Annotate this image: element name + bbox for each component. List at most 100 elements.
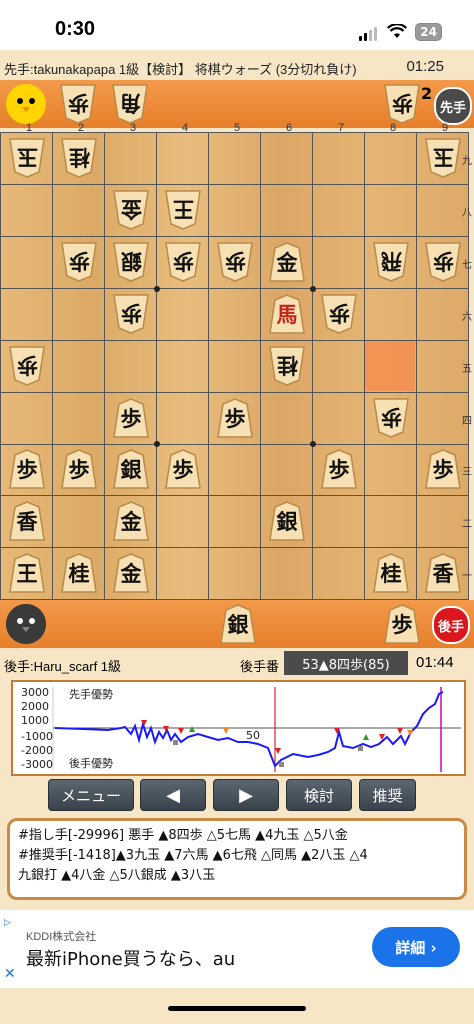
comment-line-continued: 九銀打 ▲4八金 △5八銀成 ▲3八玉 <box>18 868 216 883</box>
hand-piece-pawn[interactable]: 歩 <box>381 603 423 645</box>
board-piece[interactable]: 歩 <box>6 448 48 490</box>
row-label: 八 <box>462 207 472 219</box>
board-square[interactable] <box>313 548 365 601</box>
board-piece[interactable]: 金 <box>110 552 152 594</box>
board-square[interactable] <box>261 133 313 185</box>
hand-piece-bishop[interactable]: 角 <box>109 83 151 125</box>
hand-piece-pawn[interactable]: 歩 <box>57 83 99 125</box>
board-piece[interactable]: 玉 <box>6 137 48 179</box>
board-square[interactable] <box>261 184 313 237</box>
board-piece[interactable]: 歩 <box>110 397 152 439</box>
board-piece[interactable]: 歩 <box>422 448 464 490</box>
board-square[interactable] <box>157 133 209 185</box>
ad-choices-icon[interactable]: ▷ <box>4 918 11 928</box>
board-square[interactable] <box>365 496 417 549</box>
board-piece[interactable]: 銀 <box>110 448 152 490</box>
board-piece[interactable]: 歩 <box>318 293 360 335</box>
board-square[interactable] <box>1 184 53 237</box>
ad-banner[interactable]: ▷ KDDI株式会社 最新iPhone買うなら、au ✕ 詳細 › <box>0 910 474 988</box>
next-move-button[interactable]: ▶ <box>213 779 279 811</box>
board-square[interactable] <box>313 133 365 185</box>
board-piece[interactable]: 金 <box>110 500 152 542</box>
board-square[interactable] <box>105 133 157 185</box>
ad-close-icon[interactable]: ✕ <box>4 966 16 982</box>
board-piece[interactable]: 香 <box>6 500 48 542</box>
ad-headline[interactable]: 最新iPhone買うなら、au <box>26 945 235 971</box>
gote-avatar[interactable] <box>6 604 46 644</box>
board-square[interactable] <box>53 184 105 237</box>
board-square[interactable] <box>209 340 261 393</box>
analyze-button[interactable]: 検討 <box>286 779 352 811</box>
board-piece[interactable]: 歩 <box>162 448 204 490</box>
board-square[interactable] <box>1 392 53 445</box>
ad-details-button[interactable]: 詳細 › <box>372 927 460 967</box>
board-square[interactable] <box>157 548 209 601</box>
board-square[interactable] <box>261 548 313 601</box>
board-square[interactable] <box>365 184 417 237</box>
board-square[interactable] <box>313 184 365 237</box>
board-square[interactable] <box>209 496 261 549</box>
board-piece[interactable]: 金 <box>266 241 308 283</box>
board-piece[interactable]: 桂 <box>266 345 308 387</box>
board-square[interactable] <box>313 236 365 289</box>
board-square[interactable] <box>157 340 209 393</box>
board-square[interactable] <box>1 236 53 289</box>
board-piece[interactable]: 馬 <box>266 293 308 335</box>
board-piece[interactable]: 歩 <box>110 293 152 335</box>
board-square[interactable] <box>313 340 365 393</box>
board-square[interactable] <box>209 444 261 497</box>
evaluation-graph[interactable]: 3000 2000 1000 -1000 -2000 -3000 先手優勢 後手… <box>11 680 466 776</box>
board-square[interactable] <box>209 133 261 185</box>
recommend-button[interactable]: 推奨 <box>359 779 416 811</box>
hand-piece-silver[interactable]: 銀 <box>217 603 259 645</box>
board-square[interactable] <box>365 288 417 341</box>
board-square[interactable] <box>1 288 53 341</box>
board-piece[interactable]: 玉 <box>422 137 464 179</box>
board-piece[interactable]: 香 <box>422 552 464 594</box>
board-square[interactable] <box>53 288 105 341</box>
board-piece[interactable]: 飛 <box>370 241 412 283</box>
board-square[interactable] <box>209 184 261 237</box>
board-square[interactable] <box>157 288 209 341</box>
board-piece[interactable]: 歩 <box>370 397 412 439</box>
board-square[interactable] <box>209 288 261 341</box>
board-piece[interactable]: 歩 <box>422 241 464 283</box>
board-piece[interactable]: 桂 <box>370 552 412 594</box>
board-piece[interactable]: 銀 <box>110 241 152 283</box>
board-piece[interactable]: 歩 <box>318 448 360 490</box>
bottom-hand-bar: 銀 歩 後手 <box>0 600 474 648</box>
board-square[interactable] <box>313 392 365 445</box>
board-piece[interactable]: 桂 <box>58 137 100 179</box>
board-piece[interactable]: 銀 <box>266 500 308 542</box>
board-square[interactable] <box>53 392 105 445</box>
game-header: 先手:takunakapapa 1級【検討】 将棋ウォーズ (3分切れ負け) 0… <box>0 55 474 79</box>
board-piece[interactable]: 歩 <box>58 448 100 490</box>
board-square[interactable] <box>365 133 417 185</box>
hand-piece-pawn-right[interactable]: 歩 <box>381 83 423 125</box>
board-square[interactable] <box>53 340 105 393</box>
board-piece[interactable]: 歩 <box>58 241 100 283</box>
board-piece[interactable]: 王 <box>6 552 48 594</box>
board-piece[interactable]: 金 <box>110 189 152 231</box>
gote-badge: 後手 <box>432 606 470 644</box>
board-piece[interactable]: 王 <box>162 189 204 231</box>
sente-avatar[interactable] <box>6 84 46 124</box>
shogi-board[interactable]: 玉桂玉金王歩銀歩歩金飛歩歩馬歩歩桂歩歩歩歩歩銀歩歩歩香金銀王桂金桂香 <box>0 132 469 601</box>
board-square[interactable] <box>261 444 313 497</box>
row-label: 九 <box>462 156 472 167</box>
board-piece[interactable]: 桂 <box>58 552 100 594</box>
board-square[interactable] <box>209 548 261 601</box>
board-square[interactable] <box>261 392 313 445</box>
board-square[interactable] <box>53 496 105 549</box>
board-square[interactable] <box>105 340 157 393</box>
board-square[interactable] <box>157 392 209 445</box>
board-square[interactable] <box>365 444 417 497</box>
board-piece[interactable]: 歩 <box>214 241 256 283</box>
prev-move-button[interactable]: ◀ <box>140 779 206 811</box>
board-square[interactable] <box>313 496 365 549</box>
board-square[interactable] <box>157 496 209 549</box>
menu-button[interactable]: メニュー <box>48 779 134 811</box>
board-piece[interactable]: 歩 <box>214 397 256 439</box>
board-piece[interactable]: 歩 <box>162 241 204 283</box>
board-piece[interactable]: 歩 <box>6 345 48 387</box>
